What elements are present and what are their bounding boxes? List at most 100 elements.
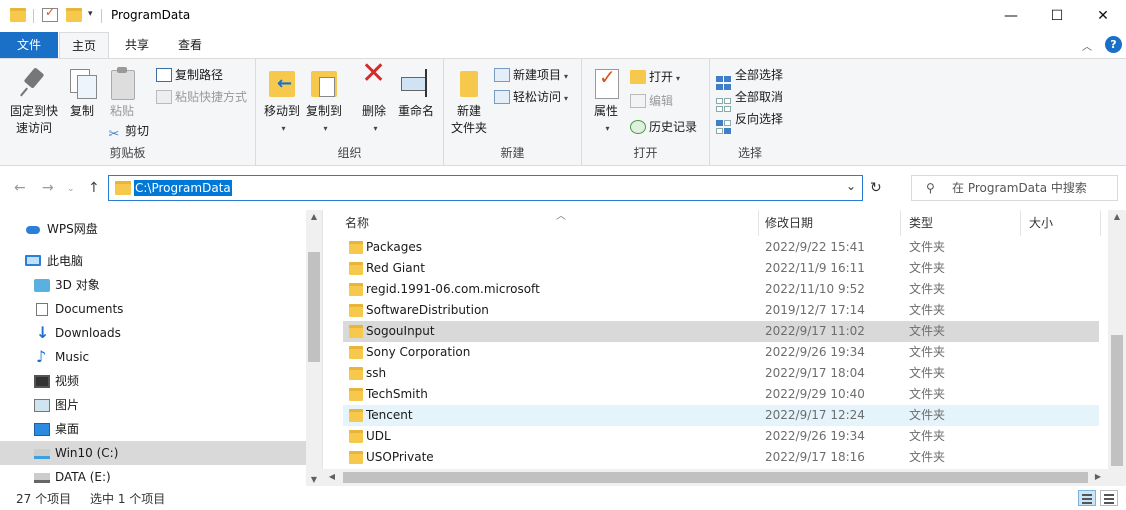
maximize-button[interactable]: ☐: [1034, 0, 1080, 32]
edit-button[interactable]: 编辑: [630, 91, 673, 111]
copy-to-icon: [309, 67, 339, 99]
history-button[interactable]: 历史记录: [630, 117, 697, 137]
file-name: Sony Corporation: [366, 345, 471, 359]
move-to-button[interactable]: 移动到 ▾: [262, 67, 302, 137]
select-none-button[interactable]: 全部取消: [716, 87, 783, 112]
tab-share[interactable]: 共享: [112, 32, 162, 58]
nav-item-documents[interactable]: Documents: [0, 297, 306, 321]
nav-item-pictures[interactable]: 图片: [0, 393, 306, 417]
file-row[interactable]: Packages 2022/9/22 15:41 文件夹: [343, 237, 1099, 258]
tab-home[interactable]: 主页: [59, 32, 109, 59]
tab-view[interactable]: 查看: [165, 32, 215, 58]
file-row[interactable]: ssh 2022/9/17 18:04 文件夹: [343, 363, 1099, 384]
file-row[interactable]: USOPrivate 2022/9/17 18:16 文件夹: [343, 447, 1099, 468]
video-icon: [34, 375, 50, 388]
column-header-label: 名称: [345, 216, 370, 230]
recent-locations-icon[interactable]: ⌄: [67, 184, 75, 194]
file-row[interactable]: UDL 2022/9/26 19:34 文件夹: [343, 426, 1099, 447]
chevron-down-icon: ▾: [676, 74, 681, 83]
tab-file[interactable]: 文件: [0, 32, 58, 58]
easy-access-button[interactable]: 轻松访问 ▾: [494, 87, 568, 107]
scroll-down-icon[interactable]: ▼: [306, 475, 322, 484]
scroll-up-icon[interactable]: ▲: [306, 212, 322, 221]
scrollbar-thumb[interactable]: [308, 252, 320, 362]
history-label: 历史记录: [649, 120, 698, 134]
scroll-left-icon[interactable]: ◀: [324, 472, 340, 481]
scroll-up-icon[interactable]: ▲: [1109, 212, 1125, 221]
file-row-selected[interactable]: SogouInput 2022/9/17 11:02 文件夹: [343, 321, 1099, 342]
column-header-date[interactable]: 修改日期: [757, 210, 901, 236]
scrollbar-thumb[interactable]: [1111, 335, 1123, 466]
help-icon[interactable]: ?: [1105, 36, 1122, 53]
forward-arrow-icon[interactable]: →: [42, 180, 54, 196]
nav-item-videos[interactable]: 视频: [0, 369, 306, 393]
chevron-down-icon: ▾: [564, 72, 569, 81]
file-type: 文件夹: [909, 261, 946, 275]
file-row[interactable]: regid.1991-06.com.microsoft 2022/11/10 9…: [343, 279, 1099, 300]
chevron-down-icon[interactable]: ⌄: [846, 179, 856, 193]
back-arrow-icon[interactable]: ←: [14, 180, 26, 196]
paste-shortcut-label: 粘贴快捷方式: [175, 90, 248, 104]
search-input[interactable]: [952, 179, 1112, 197]
navpane-scrollbar[interactable]: ▲ ▼: [306, 210, 322, 486]
nav-item-label: DATA (E:): [55, 470, 111, 484]
file-name: SogouInput: [366, 324, 435, 338]
search-box[interactable]: ⚲: [911, 175, 1118, 201]
close-button[interactable]: ✕: [1080, 0, 1126, 32]
address-path[interactable]: C:\ProgramData: [134, 180, 232, 196]
column-header-type[interactable]: 类型: [901, 210, 1021, 236]
paste-button[interactable]: 粘贴: [104, 67, 140, 120]
select-all-button[interactable]: 全部选择: [716, 65, 783, 90]
edit-label: 编辑: [649, 94, 674, 108]
file-row[interactable]: Red Giant 2022/11/9 16:11 文件夹: [343, 258, 1099, 279]
history-icon: [630, 120, 646, 134]
column-header-size[interactable]: 大小: [1021, 210, 1101, 236]
invert-selection-button[interactable]: 反向选择: [716, 109, 783, 134]
large-icons-view-icon[interactable]: [1100, 490, 1118, 506]
nav-item-music[interactable]: Music: [0, 345, 306, 369]
nav-item-this-pc[interactable]: 此电脑: [0, 249, 306, 273]
scroll-right-icon[interactable]: ▶: [1090, 472, 1106, 481]
file-list-scrollbar[interactable]: ▲: [1108, 210, 1126, 486]
scrollbar-thumb[interactable]: [343, 472, 1088, 483]
file-date: 2022/11/10 9:52: [765, 282, 865, 296]
new-item-button[interactable]: 新建项目 ▾: [494, 65, 568, 85]
new-folder-button[interactable]: 新建 文件夹: [448, 67, 490, 137]
pin-quick-access-button[interactable]: 固定到快 速访问: [6, 67, 62, 137]
properties-quick-icon[interactable]: ✓: [42, 5, 58, 22]
nav-item-drive-e[interactable]: DATA (E:): [0, 465, 306, 486]
details-view-icon[interactable]: [1078, 490, 1096, 506]
file-row[interactable]: TechSmith 2022/9/29 10:40 文件夹: [343, 384, 1099, 405]
new-folder-quick-icon[interactable]: [66, 8, 82, 22]
file-row[interactable]: SoftwareDistribution 2019/12/7 17:14 文件夹: [343, 300, 1099, 321]
file-row[interactable]: Sony Corporation 2022/9/26 19:34 文件夹: [343, 342, 1099, 363]
rename-label: 重命名: [397, 104, 434, 118]
collapse-ribbon-icon[interactable]: ︿: [1082, 38, 1092, 53]
horizontal-scrollbar[interactable]: ◀ ▶: [322, 469, 1108, 486]
customize-quick-access-icon[interactable]: ▾: [88, 9, 93, 19]
copy-path-button[interactable]: 复制路径: [156, 65, 223, 85]
delete-button[interactable]: 删除 ▾: [356, 65, 392, 137]
refresh-icon[interactable]: ↻: [870, 180, 882, 196]
new-folder-label-1: 新建: [456, 104, 481, 118]
minimize-button[interactable]: —: [988, 0, 1034, 32]
rename-button[interactable]: 重命名: [396, 67, 436, 120]
column-header-name[interactable]: 名称 ︿: [337, 210, 759, 236]
nav-item-wps-drive[interactable]: WPS网盘: [0, 217, 306, 241]
open-button[interactable]: 打开 ▾: [630, 67, 680, 87]
copy-to-button[interactable]: 复制到 ▾: [304, 67, 344, 137]
file-type: 文件夹: [909, 387, 946, 401]
nav-item-3d-objects[interactable]: 3D 对象: [0, 273, 306, 297]
file-row-hover[interactable]: Tencent 2022/9/17 12:24 文件夹: [343, 405, 1099, 426]
paste-shortcut-button[interactable]: 粘贴快捷方式: [156, 87, 247, 107]
copy-button[interactable]: 复制: [64, 67, 100, 120]
nav-item-desktop[interactable]: 桌面: [0, 417, 306, 441]
up-arrow-icon[interactable]: ↑: [88, 180, 100, 196]
title-bar: ✓ ▾ ProgramData — ☐ ✕: [0, 0, 1126, 32]
address-bar[interactable]: C:\ProgramData ⌄: [108, 175, 863, 201]
properties-button[interactable]: 属性 ▾: [588, 67, 624, 137]
nav-item-drive-c[interactable]: Win10 (C:): [0, 441, 306, 465]
cut-button[interactable]: ✂ 剪切: [106, 121, 149, 142]
chevron-down-icon: ▾: [605, 124, 610, 133]
nav-item-downloads[interactable]: Downloads: [0, 321, 306, 345]
